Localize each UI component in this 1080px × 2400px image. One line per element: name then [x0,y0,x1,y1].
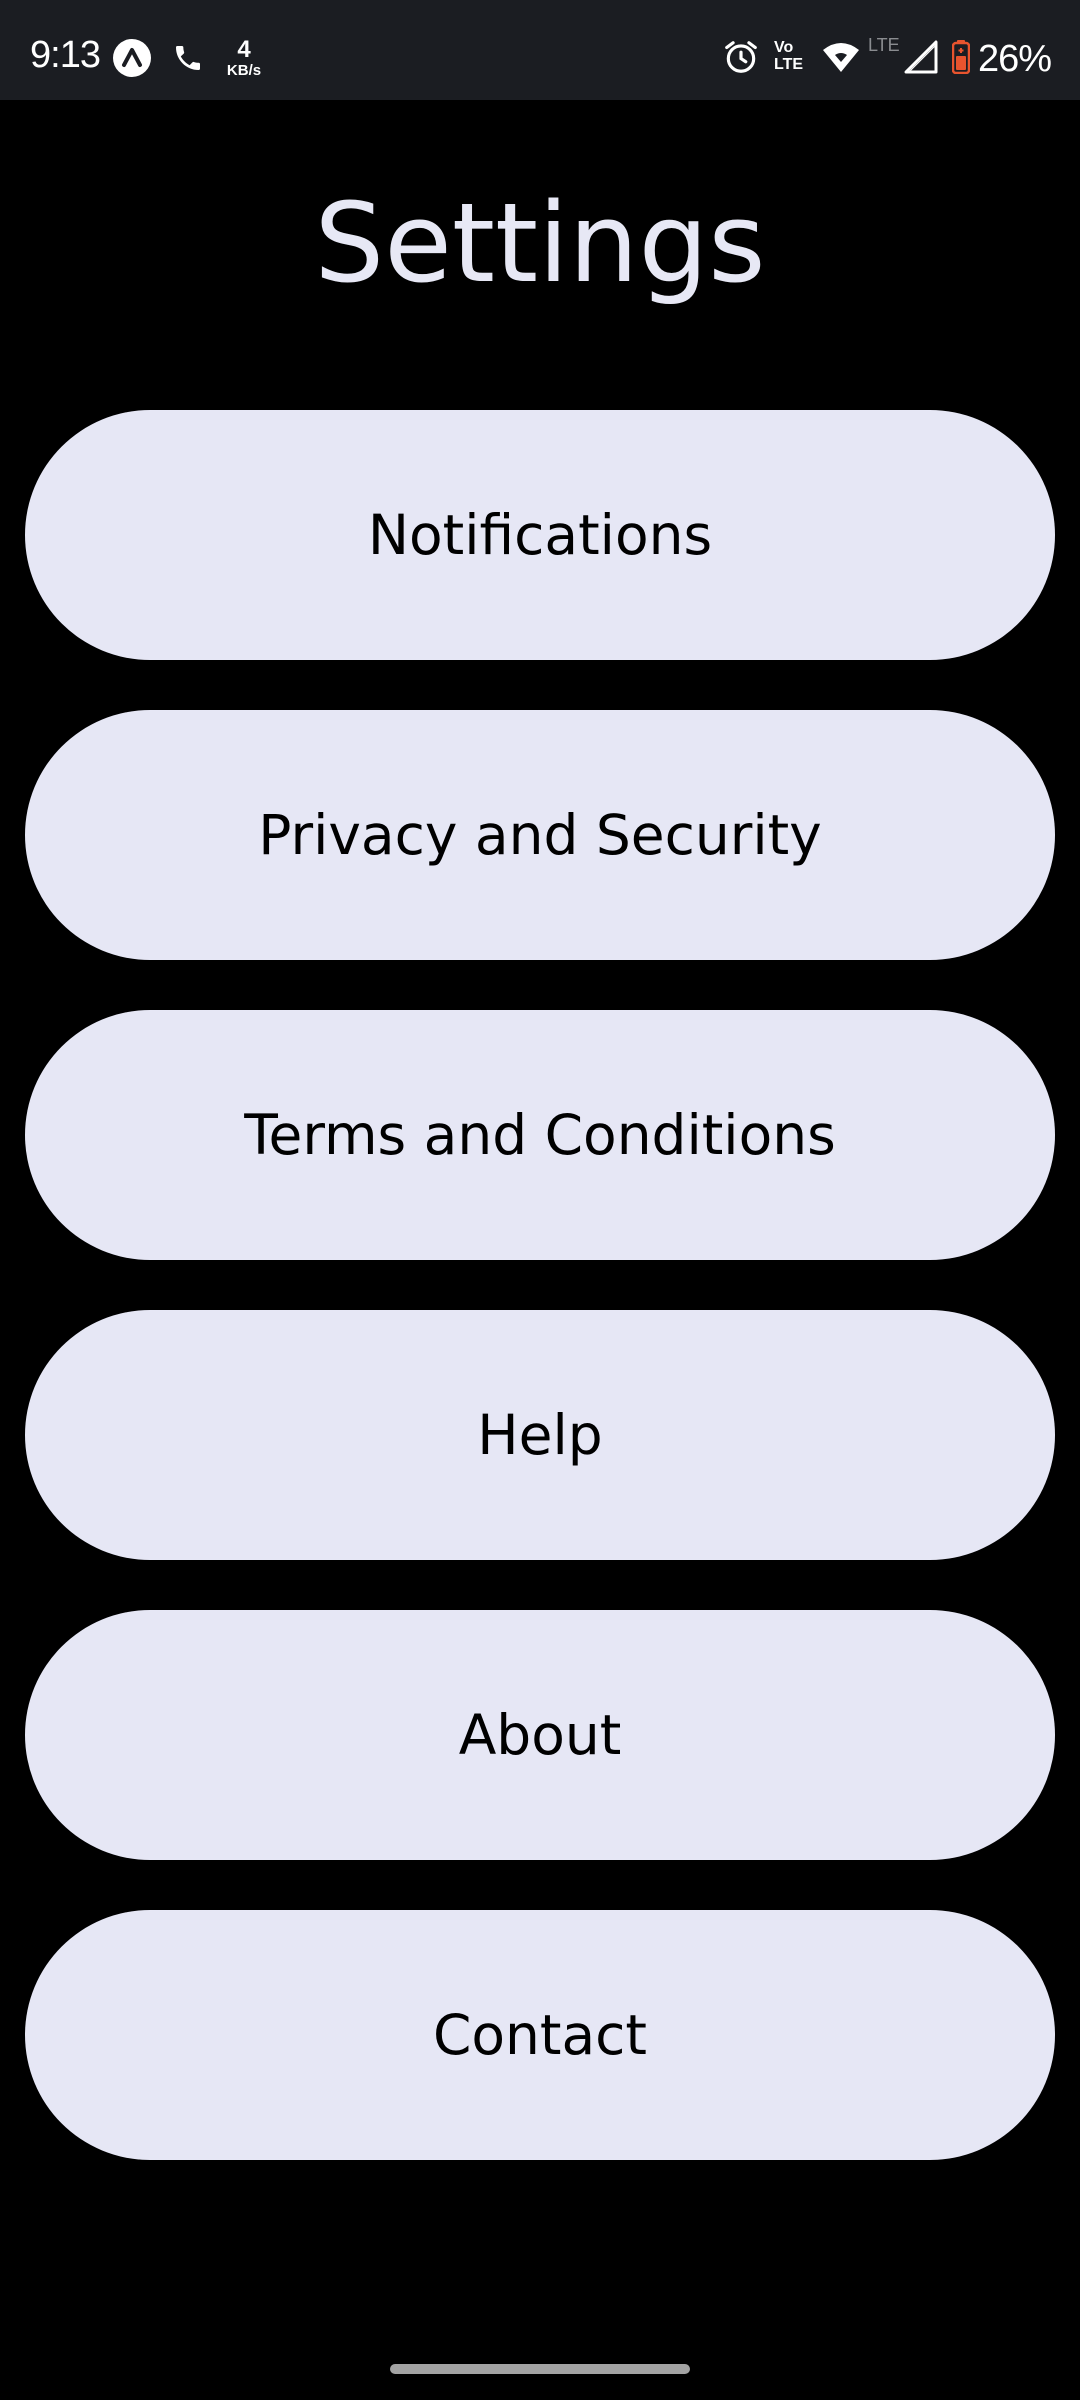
volte-top-label: Vo [774,39,794,56]
about-button[interactable]: About [25,1610,1055,1860]
volte-bottom-label: LTE [774,55,804,73]
battery-icon [952,40,970,74]
settings-menu: Notifications Privacy and Security Terms… [25,410,1055,2210]
home-indicator[interactable] [390,2364,690,2374]
status-bar: 9:13 4 KB/s Vo LTE LTE 26% [0,0,1080,100]
network-speed-value: 4 [237,36,251,63]
volte-indicator: Vo LTE [774,39,814,74]
contact-button[interactable]: Contact [25,1910,1055,2160]
privacy-and-security-button[interactable]: Privacy and Security [25,710,1055,960]
battery-percent: 26% [978,38,1052,80]
signal-icon [904,40,938,74]
notifications-button[interactable]: Notifications [25,410,1055,660]
app-notification-icon [113,39,151,77]
phone-call-icon [176,46,200,70]
page-title: Settings [314,179,766,307]
status-time: 9:13 [30,34,101,76]
network-speed-unit: KB/s [226,62,262,79]
wifi-icon [823,43,859,72]
terms-and-conditions-button[interactable]: Terms and Conditions [25,1010,1055,1260]
network-speed: 4 KB/s [222,36,266,79]
lte-label: LTE [868,35,900,55]
help-button[interactable]: Help [25,1310,1055,1560]
alarm-icon [725,41,757,73]
